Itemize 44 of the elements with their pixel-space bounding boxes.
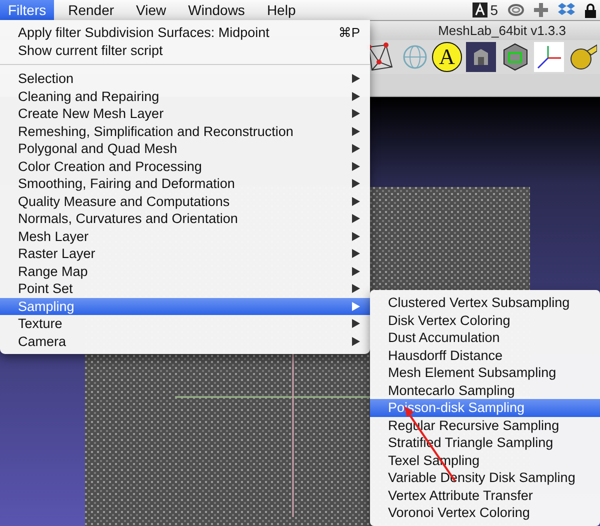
- menu-bar-item[interactable]: View: [128, 0, 174, 20]
- menu-item[interactable]: Range Map: [0, 262, 370, 280]
- status-count: 5: [490, 2, 498, 18]
- submenu-item[interactable]: Disk Vertex Coloring: [370, 312, 600, 329]
- submenu-item[interactable]: Voronoi Vertex Coloring: [370, 504, 600, 522]
- menu-item[interactable]: Apply filter Subdivision Surfaces: Midpoint ⌘P: [0, 24, 370, 42]
- lock-icon[interactable]: [585, 2, 596, 18]
- building-icon[interactable]: [466, 42, 496, 72]
- submenu-item[interactable]: Clustered Vertex Subsampling: [370, 294, 600, 312]
- plus-icon[interactable]: [534, 3, 548, 17]
- menu-item[interactable]: Point Set: [0, 280, 370, 298]
- menu-item[interactable]: Camera: [0, 332, 370, 350]
- menu-item[interactable]: Texture: [0, 315, 370, 332]
- annotation-button[interactable]: A: [432, 42, 462, 72]
- submenu-item[interactable]: Mesh Element Subsampling: [370, 364, 600, 382]
- submenu-item[interactable]: Dust Accumulation: [370, 329, 600, 346]
- box-icon[interactable]: [558, 2, 575, 18]
- menu-item[interactable]: Normals, Curvatures and Orientation: [0, 210, 370, 228]
- menu-bar-item[interactable]: Render: [60, 0, 122, 20]
- menu-item[interactable]: Remeshing, Simplification and Reconstruction: [0, 122, 370, 140]
- tape-measure-icon[interactable]: [568, 42, 598, 72]
- submenu-item[interactable]: Montecarlo Sampling: [370, 382, 600, 399]
- submenu-item[interactable]: Vertex Attribute Transfer: [370, 486, 600, 504]
- shortcut-text: ⌘P: [338, 24, 360, 41]
- menu-item[interactable]: Quality Measure and Computations: [0, 192, 370, 210]
- menu-bar-item[interactable]: Help: [258, 0, 304, 20]
- menu-bar-item[interactable]: Windows: [180, 0, 253, 20]
- axes-icon[interactable]: [534, 42, 564, 72]
- menu-item[interactable]: Selection: [0, 70, 370, 88]
- menu-item[interactable]: Raster Layer: [0, 245, 370, 262]
- menu-item[interactable]: Polygonal and Quad Mesh: [0, 140, 370, 158]
- window-title: MeshLab_64bit v1.3.3: [438, 23, 566, 38]
- menu-bar-item[interactable]: Filters: [0, 0, 54, 20]
- menu-item[interactable]: Sampling: [0, 298, 370, 315]
- menu-item[interactable]: Create New Mesh Layer: [0, 105, 370, 122]
- menu-item[interactable]: Color Creation and Processing: [0, 158, 370, 175]
- submenu-item[interactable]: Poisson-disk Sampling: [370, 399, 600, 416]
- menu-item[interactable]: Smoothing, Fairing and Deformation: [0, 175, 370, 192]
- submenu-item[interactable]: Hausdorff Distance: [370, 346, 600, 364]
- menu-item[interactable]: Show current filter script: [0, 42, 370, 59]
- swirl-icon[interactable]: [508, 4, 524, 16]
- menu-item[interactable]: Cleaning and Repairing: [0, 88, 370, 105]
- letter-a-icon[interactable]: [472, 2, 488, 18]
- menu-item[interactable]: Mesh Layer: [0, 228, 370, 245]
